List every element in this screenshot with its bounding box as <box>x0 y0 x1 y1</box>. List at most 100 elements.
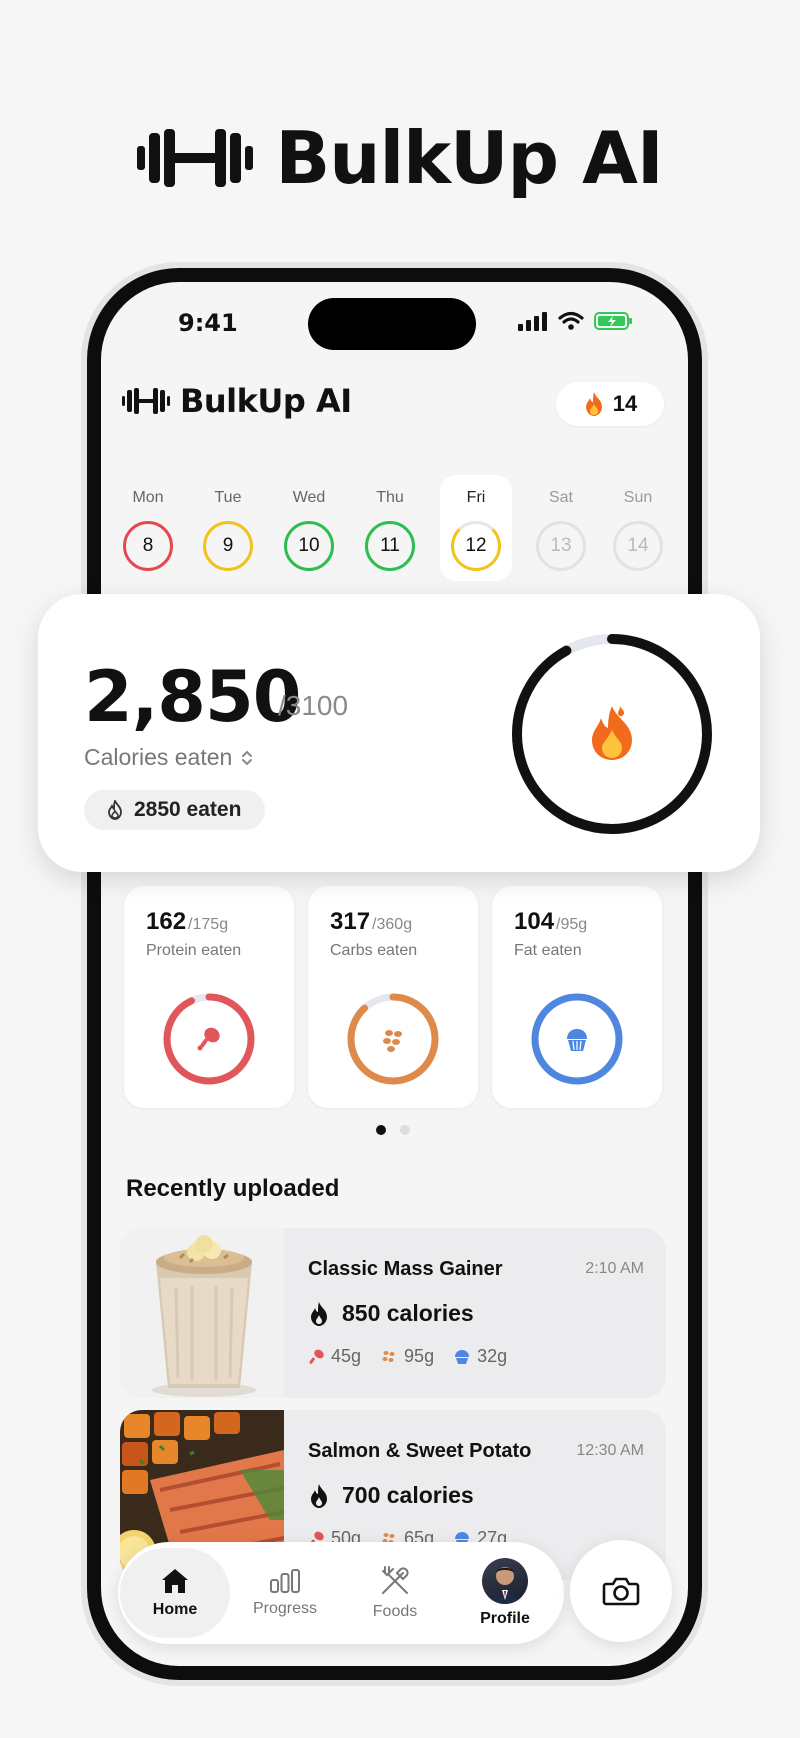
macro-label: Fat eaten <box>514 942 582 959</box>
day-date: 11 <box>380 535 400 556</box>
macro-ring <box>347 993 439 1085</box>
fork-knife-icon <box>382 1566 409 1594</box>
macro-card-protein[interactable]: 162/175g Protein eaten <box>124 886 294 1108</box>
week-strip: Mon 8 Tue 9 Wed 10 Thu 11 Fri 12 Sat 13 … <box>112 475 678 581</box>
day-name: Mon <box>132 489 164 506</box>
day-ring: 10 <box>284 521 334 571</box>
drumstick-icon <box>197 1027 220 1051</box>
tab-foods[interactable]: Foods <box>340 1548 450 1638</box>
day-ring: 14 <box>613 521 663 571</box>
calories-eaten-value: 2,850 <box>84 656 301 738</box>
day-date: 13 <box>550 535 572 556</box>
grain-icon <box>383 1030 402 1052</box>
day-wed[interactable]: Wed 10 <box>273 475 345 581</box>
page-indicator[interactable] <box>376 1125 410 1135</box>
day-date: 10 <box>298 535 320 556</box>
flame-icon <box>311 1301 327 1326</box>
day-name: Sat <box>548 489 573 506</box>
calories-pill: 2850 eaten <box>84 790 266 830</box>
tab-label: Progress <box>252 1600 318 1617</box>
flame-icon <box>585 392 602 416</box>
day-name: Wed <box>292 489 326 506</box>
streak-badge[interactable]: 14 <box>556 382 664 426</box>
macro-goal: /175g <box>188 916 229 933</box>
food-time: 12:30 AM <box>576 1442 644 1459</box>
macro-value: 317 <box>330 908 371 935</box>
day-name: Sun <box>623 489 653 506</box>
cupcake-icon <box>455 1349 470 1364</box>
tab-label: Home <box>152 1601 198 1618</box>
food-calories-text: 700 calories <box>342 1482 474 1508</box>
macro-value: 104 <box>514 908 555 935</box>
bottom-tab-bar: Home Progress Foods Profile <box>118 1542 564 1644</box>
food-calories: 850 calories <box>308 1300 474 1327</box>
calories-label-toggle[interactable]: Calories eaten <box>84 744 254 771</box>
macro-card-carbs[interactable]: 317/360g Carbs eaten <box>308 886 478 1108</box>
brand-heading: BulkUp AI <box>0 116 800 200</box>
day-sat[interactable]: Sat 13 <box>525 475 597 581</box>
day-ring: 13 <box>536 521 586 571</box>
macro-card-fat[interactable]: 104/95g Fat eaten <box>492 886 662 1108</box>
food-name: Salmon & Sweet Potato <box>308 1440 532 1462</box>
food-carbs: 95g <box>404 1346 435 1366</box>
day-ring: 11 <box>365 521 415 571</box>
day-date: 14 <box>627 535 649 556</box>
camera-button[interactable] <box>570 1540 672 1642</box>
macro-value: 162 <box>146 908 187 935</box>
tab-label: Foods <box>372 1603 418 1620</box>
home-icon <box>162 1569 188 1593</box>
tab-profile[interactable]: Profile <box>450 1548 560 1638</box>
mass-gainer-image <box>120 1228 284 1398</box>
bar-chart-icon <box>270 1569 300 1593</box>
day-ring: 9 <box>203 521 253 571</box>
day-tue[interactable]: Tue 9 <box>192 475 264 581</box>
macros-row: 162/175g Protein eaten 317/360g Carbs ea… <box>124 886 662 1108</box>
battery-icon <box>594 312 632 330</box>
day-ring: 8 <box>123 521 173 571</box>
calories-card[interactable]: 2,850 /3100 Calories eaten 2850 eaten <box>38 594 760 872</box>
status-time: 9:41 <box>178 309 238 337</box>
macro-ring <box>163 993 255 1085</box>
day-thu[interactable]: Thu 11 <box>354 475 426 581</box>
macro-arc <box>347 993 439 1085</box>
macro-label: Protein eaten <box>146 942 242 959</box>
page-dot[interactable] <box>376 1125 386 1135</box>
food-macros: 45g 95g 32g <box>308 1346 507 1367</box>
app-header: BulkUp AI <box>122 382 352 420</box>
day-date: 8 <box>142 535 154 556</box>
grain-icon <box>382 1350 395 1362</box>
calories-goal: /3100 <box>278 690 349 721</box>
calories-label: Calories eaten <box>84 744 233 770</box>
food-name: Classic Mass Gainer <box>308 1258 503 1280</box>
flame-outline-icon <box>108 800 122 820</box>
avatar-image <box>488 1567 522 1604</box>
dumbbell-icon <box>137 129 254 187</box>
recent-section-title: Recently uploaded <box>126 1175 340 1202</box>
food-item[interactable]: Classic Mass Gainer 2:10 AM 850 calories… <box>120 1228 666 1398</box>
tab-home[interactable]: Home <box>120 1548 230 1638</box>
food-protein: 45g <box>331 1346 362 1366</box>
food-calories-text: 850 calories <box>342 1300 474 1326</box>
day-ring: 12 <box>451 521 501 571</box>
page-dot[interactable] <box>400 1125 410 1135</box>
fire-icon <box>592 706 632 760</box>
flame-icon <box>311 1483 327 1508</box>
day-date: 12 <box>465 535 487 556</box>
camera-icon <box>602 1577 640 1606</box>
wifi-icon <box>558 311 584 330</box>
calories-pill-text: 2850 eaten <box>134 798 242 821</box>
signal-icon <box>518 312 547 331</box>
app-name: BulkUp AI <box>180 382 352 420</box>
day-mon[interactable]: Mon 8 <box>112 475 184 581</box>
day-fri[interactable]: Fri 12 <box>440 475 512 581</box>
macro-ring <box>531 993 623 1085</box>
day-date: 9 <box>222 535 234 556</box>
dynamic-island <box>308 298 476 350</box>
food-calories: 700 calories <box>308 1482 474 1509</box>
tab-progress[interactable]: Progress <box>230 1548 340 1638</box>
day-name: Thu <box>376 489 404 506</box>
chevron-updown-icon <box>242 750 253 765</box>
day-sun[interactable]: Sun 14 <box>602 475 674 581</box>
day-name: Tue <box>214 489 242 506</box>
macro-goal: /95g <box>556 916 588 933</box>
